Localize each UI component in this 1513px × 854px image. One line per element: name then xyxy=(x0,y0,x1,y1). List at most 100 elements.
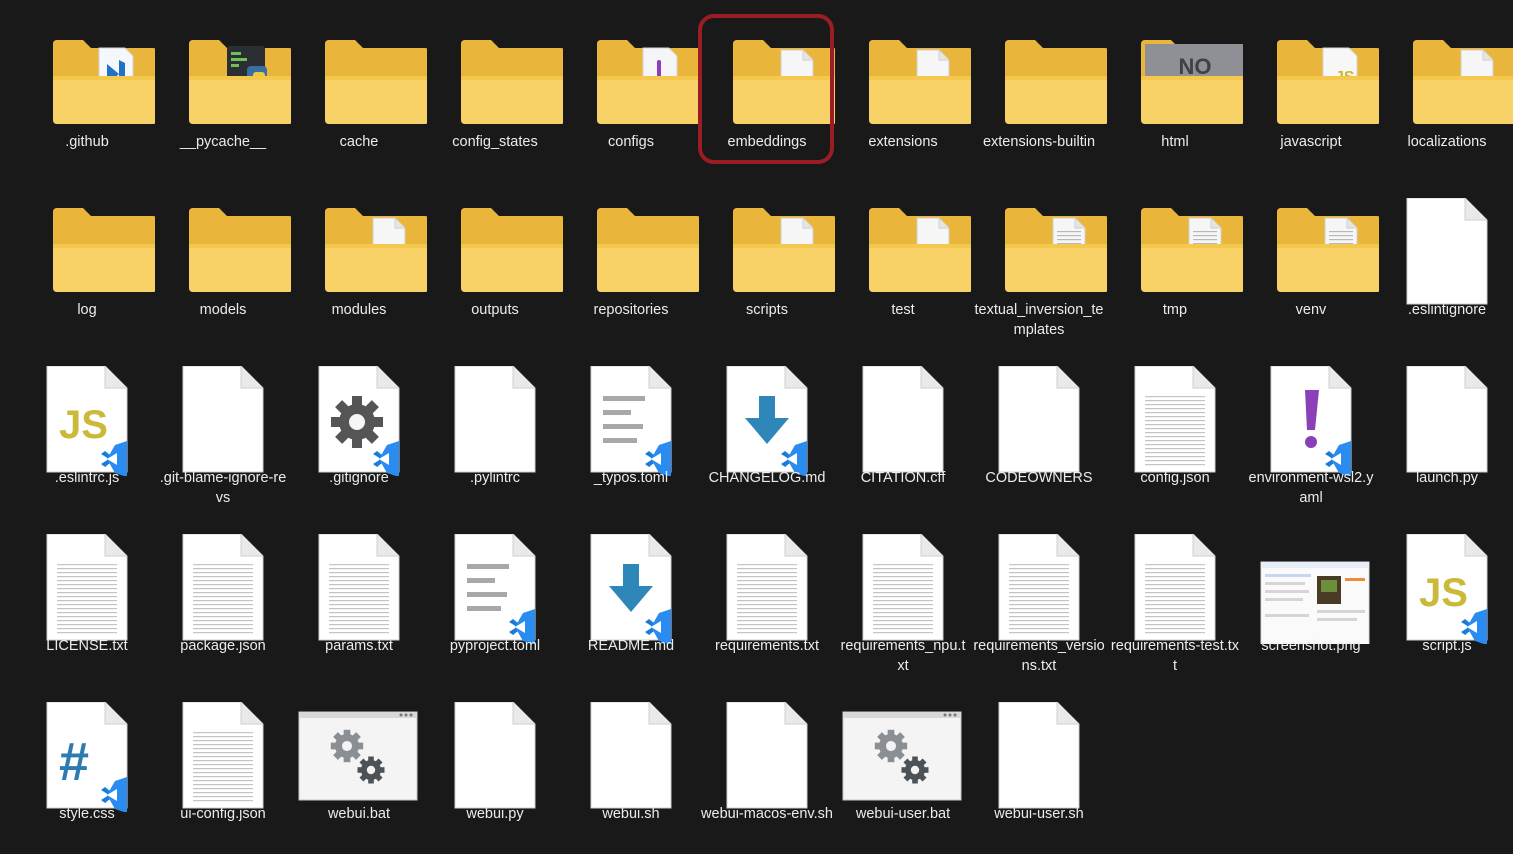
file-item-webui-sh[interactable]: webui.sh xyxy=(563,686,699,854)
folder-item-test[interactable]: test xyxy=(835,182,971,350)
item-label: .git-blame-ignore-revs xyxy=(159,470,287,506)
file-item-gitignore[interactable]: .gitignore xyxy=(291,350,427,518)
folder-item-pycache[interactable]: __pycache__ xyxy=(155,14,291,182)
file-item-citation-cff[interactable]: CITATION.cff xyxy=(835,350,971,518)
file-item-webui-user-bat[interactable]: webui-user.bat xyxy=(835,686,971,854)
item-label: webui.bat xyxy=(327,806,391,822)
file-item-changelog-md[interactable]: CHANGELOG.md xyxy=(699,350,835,518)
file-item-config-json[interactable]: config.json xyxy=(1107,350,1243,518)
item-label: environment-wsl2.yaml xyxy=(1248,470,1374,506)
file-item-license-txt[interactable]: LICENSE.txt xyxy=(19,518,155,686)
file-item-readme-md[interactable]: README.md xyxy=(563,518,699,686)
file-item-script-js[interactable]: JS script.js xyxy=(1379,518,1513,686)
file-item-params-txt[interactable]: params.txt xyxy=(291,518,427,686)
file-item-ui-config-json[interactable]: ui-config.json xyxy=(155,686,291,854)
blank-file-icon xyxy=(427,366,563,476)
folder-item-embeddings[interactable]: embeddings xyxy=(699,14,835,182)
item-label: webui.py xyxy=(466,806,524,822)
folder-doc-icon xyxy=(291,198,427,308)
file-item-webui-py[interactable]: webui.py xyxy=(427,686,563,854)
folder-item-modules[interactable]: modules xyxy=(291,182,427,350)
folder-icon xyxy=(19,198,155,308)
text-file-icon xyxy=(427,534,563,644)
folder-item-repositories[interactable]: repositories xyxy=(563,182,699,350)
lined-file-icon xyxy=(1107,534,1243,644)
file-item-webui-macos-env-sh[interactable]: webui-macos-env.sh xyxy=(699,686,835,854)
item-label: .eslintignore xyxy=(1407,302,1487,318)
item-label: .pylintrc xyxy=(470,470,520,486)
file-item-requirements-npu-txt[interactable]: requirements_npu.txt xyxy=(835,518,971,686)
item-label: pyproject.toml xyxy=(449,638,541,654)
item-label: package.json xyxy=(180,638,266,654)
item-label: tmp xyxy=(1162,302,1188,318)
folder-item-html[interactable]: NO html xyxy=(1107,14,1243,182)
folder-item-localizations[interactable]: localizations xyxy=(1379,14,1513,182)
item-label: .github xyxy=(65,134,109,150)
yaml-file-icon xyxy=(1243,366,1379,476)
item-label: webui-macos-env.sh xyxy=(701,806,833,822)
item-label: requirements_npu.txt xyxy=(840,638,966,674)
item-label: localizations xyxy=(1407,134,1487,150)
item-label: log xyxy=(77,302,97,318)
folder-doc-icon xyxy=(1107,198,1243,308)
file-item-package-json[interactable]: package.json xyxy=(155,518,291,686)
blank-file-icon xyxy=(971,366,1107,476)
file-item-eslintrc-js[interactable]: JS .eslintrc.js xyxy=(19,350,155,518)
file-item-webui-bat[interactable]: webui.bat xyxy=(291,686,427,854)
file-item-eslintignore[interactable]: .eslintignore xyxy=(1379,182,1513,350)
markdown-file-icon xyxy=(563,534,699,644)
file-item-style-css[interactable]: # style.css xyxy=(19,686,155,854)
item-label: javascript xyxy=(1280,134,1342,150)
item-label: configs xyxy=(608,134,654,150)
file-item-pyproject-toml[interactable]: pyproject.toml xyxy=(427,518,563,686)
file-item-typos-toml[interactable]: _typos.toml xyxy=(563,350,699,518)
item-label: LICENSE.txt xyxy=(46,638,128,654)
folder-doc-icon xyxy=(971,198,1107,308)
item-label: webui.sh xyxy=(602,806,660,822)
item-label: CODEOWNERS xyxy=(985,470,1093,486)
folder-item-javascript[interactable]: JS javascript xyxy=(1243,14,1379,182)
file-item-git-blame-ignore-revs[interactable]: .git-blame-ignore-revs xyxy=(155,350,291,518)
folder-doc-icon xyxy=(835,30,971,140)
folder-item-textual-inversion-templates[interactable]: textual_inversion_templates xyxy=(971,182,1107,350)
item-label: .eslintrc.js xyxy=(54,470,120,486)
folder-item-tmp[interactable]: tmp xyxy=(1107,182,1243,350)
file-item-webui-user-sh[interactable]: webui-user.sh xyxy=(971,686,1107,854)
folder-item-extensions-builtin[interactable]: extensions-builtin xyxy=(971,14,1107,182)
item-label: launch.py xyxy=(1415,470,1479,486)
item-label: style.css xyxy=(59,806,115,822)
file-item-requirements-txt[interactable]: requirements.txt xyxy=(699,518,835,686)
folder-item-cache[interactable]: cache xyxy=(291,14,427,182)
file-item-environment-wsl2-yaml[interactable]: environment-wsl2.yaml xyxy=(1243,350,1379,518)
folder-item-log[interactable]: log xyxy=(19,182,155,350)
item-label: requirements_versions.txt xyxy=(973,638,1105,674)
folder-item-configs[interactable]: configs xyxy=(563,14,699,182)
folder-icon xyxy=(563,198,699,308)
item-label: config.json xyxy=(1140,470,1210,486)
folder-item-models[interactable]: models xyxy=(155,182,291,350)
file-item-pylintrc[interactable]: .pylintrc xyxy=(427,350,563,518)
folder-item-outputs[interactable]: outputs xyxy=(427,182,563,350)
item-label: textual_inversion_templates xyxy=(974,302,1104,338)
item-label: .gitignore xyxy=(329,470,389,486)
file-item-requirements-versions-txt[interactable]: requirements_versions.txt xyxy=(971,518,1107,686)
folder-item-config-states[interactable]: config_states xyxy=(427,14,563,182)
item-label: modules xyxy=(331,302,387,318)
file-item-launch-py[interactable]: launch.py xyxy=(1379,350,1513,518)
file-item-codeowners[interactable]: CODEOWNERS xyxy=(971,350,1107,518)
blank-file-icon xyxy=(1379,366,1513,476)
file-item-screenshot-png[interactable]: screenshot.png xyxy=(1243,518,1379,686)
blank-file-icon xyxy=(971,702,1107,812)
item-label: requirements-test.txt xyxy=(1110,638,1240,674)
folder-item-scripts[interactable]: scripts xyxy=(699,182,835,350)
image-thumbnail-icon xyxy=(1243,534,1379,644)
folder-item-venv[interactable]: venv xyxy=(1243,182,1379,350)
folder-item-github[interactable]: .github xyxy=(19,14,155,182)
file-item-requirements-test-txt[interactable]: requirements-test.txt xyxy=(1107,518,1243,686)
text-file-icon xyxy=(563,366,699,476)
blank-file-icon xyxy=(1379,198,1513,308)
item-label: CHANGELOG.md xyxy=(708,470,826,486)
folder-item-extensions[interactable]: extensions xyxy=(835,14,971,182)
gear-file-icon xyxy=(291,366,427,476)
item-label: __pycache__ xyxy=(179,134,267,150)
